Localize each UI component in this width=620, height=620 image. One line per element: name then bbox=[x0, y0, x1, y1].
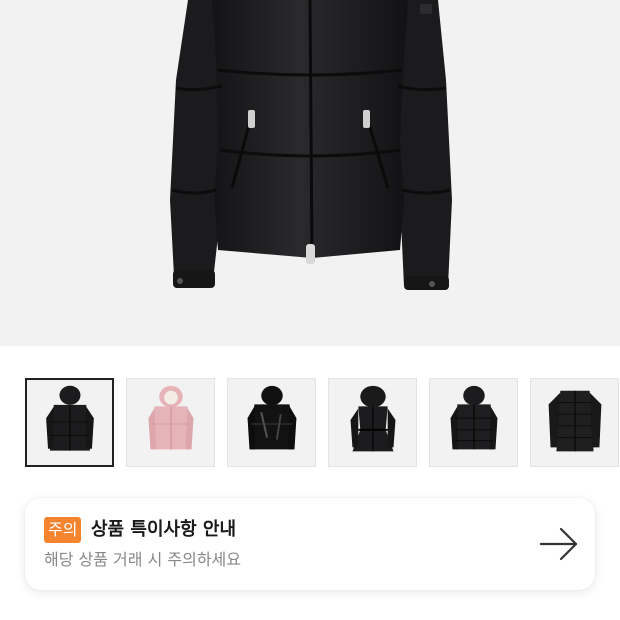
thumbnail-strip bbox=[0, 378, 620, 468]
jacket-thumbnail-image bbox=[350, 385, 396, 452]
puffer-jacket-image bbox=[170, 0, 452, 290]
arrow-right-icon[interactable] bbox=[539, 526, 579, 562]
thumbnail-5[interactable] bbox=[429, 378, 518, 467]
jacket-thumbnail-image bbox=[148, 385, 194, 450]
thumbnail-6[interactable] bbox=[530, 378, 619, 467]
jacket-thumbnail-image bbox=[548, 390, 602, 452]
product-main-image[interactable] bbox=[0, 0, 620, 346]
thumbnail-3[interactable] bbox=[227, 378, 316, 467]
notice-title: 상품 특이사항 안내 bbox=[91, 519, 237, 540]
thumbnail-2[interactable] bbox=[126, 378, 215, 467]
caution-badge: 주의 bbox=[44, 517, 82, 543]
notice-subtitle: 해당 상품 거래 시 주의하세요 bbox=[44, 550, 241, 569]
thumbnail-4[interactable] bbox=[328, 378, 417, 467]
jacket-thumbnail-image bbox=[450, 385, 498, 450]
product-notice-card[interactable]: 주의 상품 특이사항 안내 해당 상품 거래 시 주의하세요 bbox=[25, 498, 595, 590]
thumbnail-1[interactable] bbox=[25, 378, 114, 467]
jacket-thumbnail-image bbox=[247, 385, 297, 450]
jacket-thumbnail-image bbox=[46, 385, 94, 451]
